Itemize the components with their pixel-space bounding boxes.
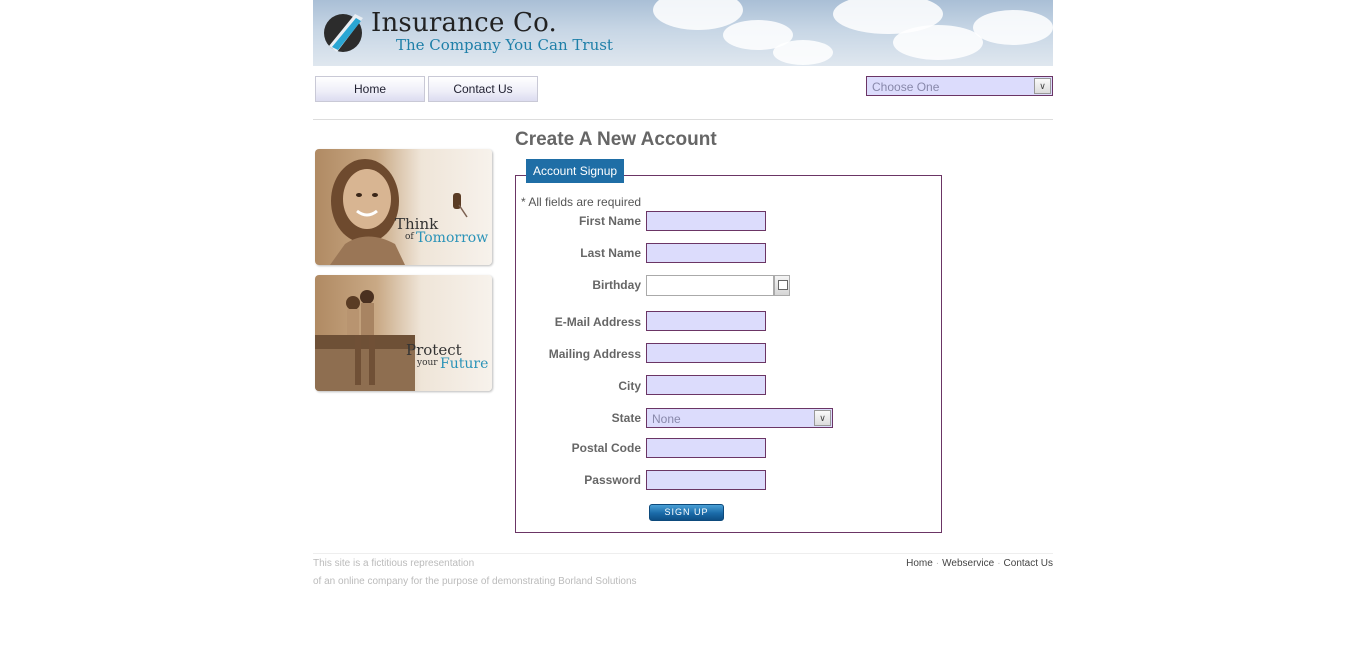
city-label: City xyxy=(618,379,641,393)
promo-protect-your-future: Protect your Future xyxy=(315,275,492,391)
city-field[interactable] xyxy=(646,375,766,395)
nav-contact-button[interactable]: Contact Us xyxy=(428,76,538,102)
chevron-down-icon[interactable]: ∨ xyxy=(1034,78,1051,94)
last-name-field[interactable] xyxy=(646,243,766,263)
footer-links: Home · Webservice · Contact Us xyxy=(906,558,1053,569)
promo-think-of-tomorrow: Think of Tomorrow xyxy=(315,149,492,265)
state-label: State xyxy=(611,411,641,425)
last-name-label: Last Name xyxy=(580,246,641,260)
first-name-field[interactable] xyxy=(646,211,766,231)
footer-divider xyxy=(313,553,1053,554)
chevron-down-icon[interactable]: ∨ xyxy=(814,410,831,426)
page: Insurance Co. The Company You Can Trust … xyxy=(313,0,1053,659)
woman-photo-icon xyxy=(330,159,405,265)
password-field[interactable] xyxy=(646,470,766,490)
logo-icon xyxy=(324,14,363,52)
postal-code-label: Postal Code xyxy=(571,441,641,455)
footer-disclaimer-line2: of an online company for the purpose of … xyxy=(313,576,637,587)
key-icon xyxy=(453,193,468,218)
header-banner: Insurance Co. The Company You Can Trust xyxy=(313,0,1053,66)
footer-separator: · xyxy=(997,558,1001,569)
promo-1-line3: Tomorrow xyxy=(416,230,489,246)
mailing-address-field[interactable] xyxy=(646,343,766,363)
signup-legend: Account Signup xyxy=(526,159,625,183)
promo-2-line3: Future xyxy=(440,356,489,372)
required-note: * All fields are required xyxy=(521,195,642,209)
first-name-label: First Name xyxy=(578,214,641,228)
email-label: E-Mail Address xyxy=(554,315,641,329)
calendar-icon xyxy=(778,280,788,290)
footer-link-home[interactable]: Home xyxy=(906,558,933,569)
birthday-field[interactable] xyxy=(646,275,774,296)
calendar-button[interactable] xyxy=(774,275,790,296)
state-value: None xyxy=(652,412,681,426)
nav-home-button[interactable]: Home xyxy=(315,76,425,102)
email-field[interactable] xyxy=(646,311,766,331)
page-title: Create A New Account xyxy=(515,129,717,150)
choose-one-value: Choose One xyxy=(872,80,940,94)
brand-tagline: The Company You Can Trust xyxy=(396,36,613,54)
brand-name: Insurance Co. xyxy=(371,8,557,38)
footer-separator: · xyxy=(935,558,940,569)
promo-2-line2: your xyxy=(417,358,438,368)
footer-link-contact[interactable]: Contact Us xyxy=(1004,558,1053,569)
footer-disclaimer-line1: This site is a fictitious representation xyxy=(313,558,475,569)
footer-link-webservice[interactable]: Webservice xyxy=(942,558,994,569)
postal-code-field[interactable] xyxy=(646,438,766,458)
sign-up-button[interactable]: SIGN UP xyxy=(649,504,724,521)
state-select[interactable]: None ∨ xyxy=(646,408,833,428)
choose-one-select[interactable]: Choose One ∨ xyxy=(866,76,1053,96)
password-label: Password xyxy=(584,473,641,487)
mailing-address-label: Mailing Address xyxy=(548,347,641,361)
promo-1-line2: of xyxy=(405,232,414,242)
header-divider xyxy=(313,119,1053,120)
couple-photo-icon xyxy=(315,290,415,391)
birthday-label: Birthday xyxy=(592,278,641,292)
